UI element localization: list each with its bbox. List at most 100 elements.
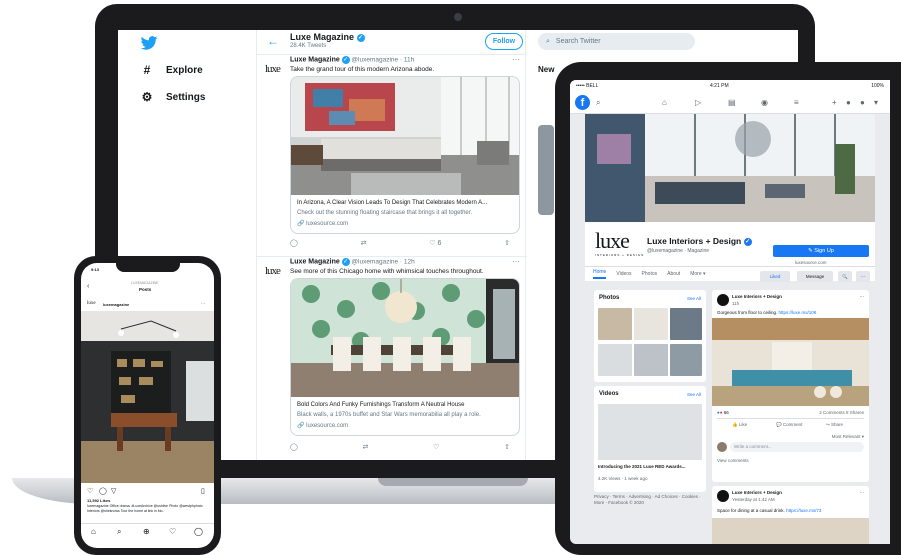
create-icon[interactable]: +	[832, 98, 837, 107]
luxe-avatar[interactable]: luxe	[265, 63, 281, 75]
ig-more-icon[interactable]: ···	[201, 301, 205, 306]
tab-photos[interactable]: Photos	[642, 271, 658, 277]
photo-thumbnail[interactable]	[634, 308, 668, 340]
view-comments-link[interactable]: View comments	[717, 458, 749, 463]
search-input[interactable]: ⌕ Search Twitter	[538, 33, 695, 50]
notifications-icon[interactable]: ●	[860, 98, 865, 107]
office-image[interactable]	[81, 311, 214, 483]
comment-input[interactable]: Write a comment...	[730, 442, 864, 452]
like-button[interactable]: ♡	[433, 443, 439, 451]
groups-icon[interactable]: ◉	[761, 98, 768, 107]
menu-icon[interactable]: ≡	[794, 98, 799, 107]
ig-search-icon[interactable]: ⌕	[117, 527, 121, 537]
page-avatar[interactable]	[717, 294, 729, 306]
sign-up-button[interactable]: ✎ Sign Up	[773, 245, 869, 257]
video-caption[interactable]: Introducing the 2021 Luxe RED Awards...	[598, 464, 686, 469]
like-action-button[interactable]: 👍 Like	[732, 422, 747, 428]
search-icon[interactable]: ⌕	[596, 98, 600, 108]
post-text: Gorgeous from floor to ceiling. https://…	[717, 310, 816, 315]
tweet[interactable]: luxe Luxe Magazine ✓ @luxemagazine · 11h…	[257, 54, 527, 254]
comment-share-count[interactable]: 2 Comments 8 Shares	[819, 410, 864, 415]
facebook-logo-icon[interactable]: f	[575, 95, 590, 110]
trend-image[interactable]	[538, 125, 554, 215]
luxe-avatar[interactable]: luxe	[265, 265, 281, 277]
ig-share-icon[interactable]: ▽	[111, 487, 116, 495]
ig-activity-icon[interactable]: ♡	[169, 527, 176, 536]
twitter-bird-icon[interactable]	[140, 36, 158, 50]
ig-likes[interactable]: 11,592 Likes	[87, 498, 110, 503]
photos-see-all-link[interactable]: See All	[687, 296, 701, 301]
reaction-count[interactable]: ●● 66	[717, 410, 729, 415]
back-arrow-icon[interactable]: ←	[267, 34, 279, 48]
ig-account-name[interactable]: luxemagazine	[103, 302, 129, 307]
cover-photo[interactable]	[585, 114, 875, 222]
photo-thumbnail[interactable]	[670, 344, 702, 376]
post-link[interactable]: https://luxe.ms/73	[786, 508, 821, 513]
ig-home-icon[interactable]: ⌂	[91, 527, 96, 536]
tab-about[interactable]: About	[667, 271, 680, 277]
follow-button[interactable]: Follow	[485, 33, 523, 50]
link-card[interactable]: Bold Colors And Funky Furnishings Transf…	[290, 278, 520, 436]
post-link[interactable]: https://luxe.ms/108	[779, 310, 817, 315]
page-avatar[interactable]	[717, 490, 729, 502]
laptop-camera	[454, 13, 462, 21]
tab-videos[interactable]: Videos	[616, 271, 631, 277]
reply-icon[interactable]: ◯	[290, 443, 298, 451]
post-more-icon[interactable]: ···	[860, 490, 865, 495]
nav-explore[interactable]: # Explore	[140, 63, 203, 77]
post-image[interactable]	[712, 518, 869, 544]
card-link[interactable]: 🔗 luxesource.com	[297, 220, 348, 227]
post: Luxe Interiors + Design 11h ··· Gorgeous…	[712, 290, 869, 482]
ig-avatar[interactable]: luxe	[87, 301, 96, 306]
ig-save-icon[interactable]: ▯	[201, 487, 205, 495]
comment-action-button[interactable]: 💬 Comment	[776, 422, 802, 428]
tab-more[interactable]: More ▾	[690, 271, 705, 277]
photo-thumbnail[interactable]	[670, 308, 702, 340]
link-card[interactable]: In Arizona, A Clear Vision Leads To Desi…	[290, 76, 520, 234]
share-icon[interactable]: ⇧	[504, 443, 510, 451]
card-link[interactable]: 🔗 luxesource.com	[297, 422, 348, 429]
back-icon[interactable]: ‹	[87, 283, 89, 290]
share-icon[interactable]: ⇧	[504, 239, 510, 247]
more-icon[interactable]: ···	[512, 55, 520, 64]
footer-links[interactable]: Privacy · Terms · Advertising · Ad Choic…	[594, 494, 706, 506]
photo-thumbnail[interactable]	[598, 308, 632, 340]
retweet-icon[interactable]: ⇄	[361, 239, 367, 247]
account-icon[interactable]: ▾	[874, 98, 878, 107]
kitchen-image[interactable]	[712, 318, 869, 406]
ig-profile-icon[interactable]: ◯	[194, 527, 203, 536]
more-icon[interactable]: ···	[512, 257, 520, 266]
share-action-button[interactable]: ↪ Share	[826, 422, 843, 428]
retweet-icon[interactable]: ⇄	[363, 443, 369, 451]
liked-button[interactable]: Liked	[760, 271, 790, 282]
tweet[interactable]: luxe Luxe Magazine ✓ @luxemagazine · 12h…	[257, 256, 527, 460]
videos-see-all-link[interactable]: See All	[687, 392, 701, 397]
luxe-logo[interactable]: luxe	[595, 228, 630, 254]
message-button[interactable]: Message	[797, 271, 833, 282]
ig-like-icon[interactable]: ♡	[87, 487, 93, 495]
photos-card: Photos See All	[594, 290, 706, 382]
watch-icon[interactable]: ▷	[695, 98, 701, 107]
post-author[interactable]: Luxe Interiors + Design	[732, 490, 782, 495]
website-link[interactable]: luxesource.com	[795, 260, 827, 265]
photo-thumbnail[interactable]	[634, 344, 668, 376]
nav-settings[interactable]: ⚙ Settings	[140, 90, 206, 104]
reply-icon[interactable]: ◯	[290, 239, 298, 247]
home-icon[interactable]: ⌂	[662, 98, 667, 107]
verified-icon: ✓	[341, 258, 350, 266]
most-relevant-dropdown[interactable]: Most Relevant ▾	[832, 434, 864, 440]
more-options-icon[interactable]: ···	[856, 271, 870, 282]
tweet-author-name[interactable]: Luxe Magazine	[290, 259, 340, 266]
photo-thumbnail[interactable]	[598, 344, 632, 376]
post-author[interactable]: Luxe Interiors + Design	[732, 294, 782, 299]
tab-home[interactable]: Home	[593, 269, 607, 279]
like-button[interactable]: ♡ 6	[429, 239, 441, 247]
tweet-author-name[interactable]: Luxe Magazine	[290, 57, 340, 64]
ig-new-post-icon[interactable]: ⊕	[143, 527, 150, 536]
ig-comment-icon[interactable]: ◯	[99, 487, 107, 495]
marketplace-icon[interactable]: ▤	[728, 98, 736, 107]
page-search-icon[interactable]: 🔍	[838, 271, 852, 282]
video-thumbnail[interactable]	[598, 404, 702, 460]
messenger-icon[interactable]: ●	[846, 98, 851, 107]
post-more-icon[interactable]: ···	[860, 294, 865, 299]
